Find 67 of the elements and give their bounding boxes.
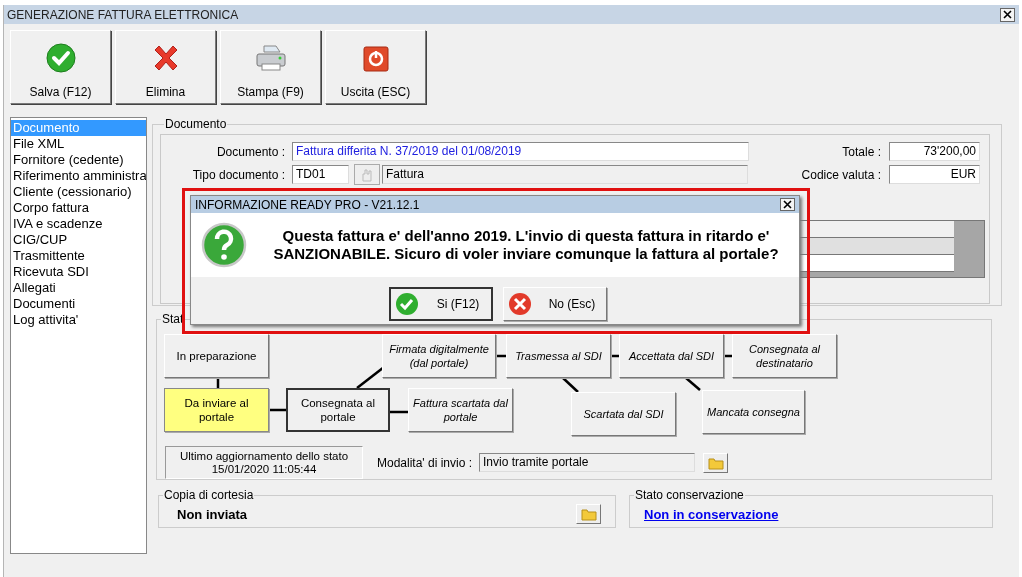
group-title: Stato conservazione: [634, 488, 745, 502]
status-node: Firmata digitalmente (dal portale): [382, 334, 496, 378]
toolbar-button[interactable]: Elimina: [115, 30, 216, 104]
field-label: Codice valuta :: [800, 167, 882, 182]
sidebar-item[interactable]: IVA e scadenze: [11, 216, 146, 232]
field-label: Tipo documento :: [191, 167, 286, 182]
check-icon: [395, 292, 419, 316]
sidebar-item[interactable]: Fornitore (cedente): [11, 152, 146, 168]
documento-field[interactable]: Fattura differita N. 37/2019 del 01/08/2019: [292, 142, 749, 161]
status-node: Da inviare al portale: [164, 388, 269, 432]
status-node: In preparazione: [164, 334, 269, 378]
update-time: 15/01/2020 11:05:44: [211, 462, 317, 476]
question-icon: [201, 222, 247, 268]
mode-field: Invio tramite portale: [479, 453, 695, 472]
sidebar-item[interactable]: CIG/CUP: [11, 232, 146, 248]
group-title: Copia di cortesia: [163, 488, 255, 502]
copia-status: Non inviata: [177, 506, 248, 522]
status-node: Consegnata al portale: [286, 388, 390, 432]
toolbar-button[interactable]: Stampa (F9): [220, 30, 321, 104]
window-title: GENERAZIONE FATTURA ELETTRONICA: [7, 7, 239, 22]
toolbar-button[interactable]: Salva (F12): [10, 30, 111, 104]
field-label: Documento :: [215, 144, 286, 159]
valuta-field[interactable]: EUR: [889, 165, 980, 184]
close-icon: [783, 200, 792, 209]
power-icon: [360, 44, 391, 74]
printer-icon: [253, 42, 288, 74]
status-node: Mancata consegna: [702, 390, 805, 434]
field-label: Totale :: [841, 144, 882, 159]
sidebar-item[interactable]: Trasmittente: [11, 248, 146, 264]
status-node: Accettata dal SDI: [619, 334, 724, 378]
status-node: Trasmessa al SDI: [506, 334, 611, 378]
toolbar-button[interactable]: Uscita (ESC): [325, 30, 426, 104]
connector-line: [562, 377, 579, 393]
sidebar-item[interactable]: Log attivita': [11, 312, 146, 328]
field-label: Modalita' di invio :: [377, 455, 472, 470]
sidebar-item[interactable]: Documenti: [11, 296, 146, 312]
close-button[interactable]: [1000, 7, 1015, 22]
folder-icon: [580, 507, 597, 521]
group-title: Documento: [164, 117, 228, 131]
sidebar-item[interactable]: Allegati: [11, 280, 146, 296]
folder-button[interactable]: [703, 452, 728, 473]
sidebar-item[interactable]: Riferimento amministra: [11, 168, 146, 184]
totale-field: 73'200,00: [889, 142, 980, 161]
tipo-description-field: Fattura: [382, 165, 748, 184]
folder-button[interactable]: [576, 504, 601, 524]
group-title: Stat: [161, 312, 185, 326]
close-icon: [1003, 10, 1012, 19]
sidebar-item[interactable]: Ricevuta SDI: [11, 264, 146, 280]
check-icon: [44, 42, 77, 74]
close-button[interactable]: [780, 198, 795, 211]
connector-line: [685, 377, 701, 391]
dialog-title: INFORMAZIONE READY PRO - V21.12.1: [195, 197, 420, 212]
dialog-button[interactable]: Si (F12): [389, 287, 493, 321]
sidebar-item[interactable]: Cliente (cessionario): [11, 184, 146, 200]
status-node: Scartata dal SDI: [571, 392, 676, 436]
status-node: Fattura scartata dal portale: [408, 388, 513, 432]
folder-icon: [707, 455, 724, 470]
sidebar-item[interactable]: Corpo fattura: [11, 200, 146, 216]
cross-icon: [508, 292, 532, 316]
tipo-code-field[interactable]: TD01: [292, 165, 349, 184]
update-title: Ultimo aggiornamento dello stato: [179, 449, 349, 463]
dialog-message: Questa fattura e' dell'anno 2019. L'invio di questa fattura in ritardo e' SANZIONABILE. Sicuro di voler inviare comunque la fattura al portale?: [272, 227, 780, 263]
conservazione-link[interactable]: Non in conservazione: [644, 506, 779, 522]
dialog-button[interactable]: No (Esc): [503, 287, 607, 321]
hand-icon: [361, 167, 373, 182]
status-node: Consegnata al destinatario: [732, 334, 837, 378]
sidebar-item[interactable]: File XML: [11, 136, 146, 152]
